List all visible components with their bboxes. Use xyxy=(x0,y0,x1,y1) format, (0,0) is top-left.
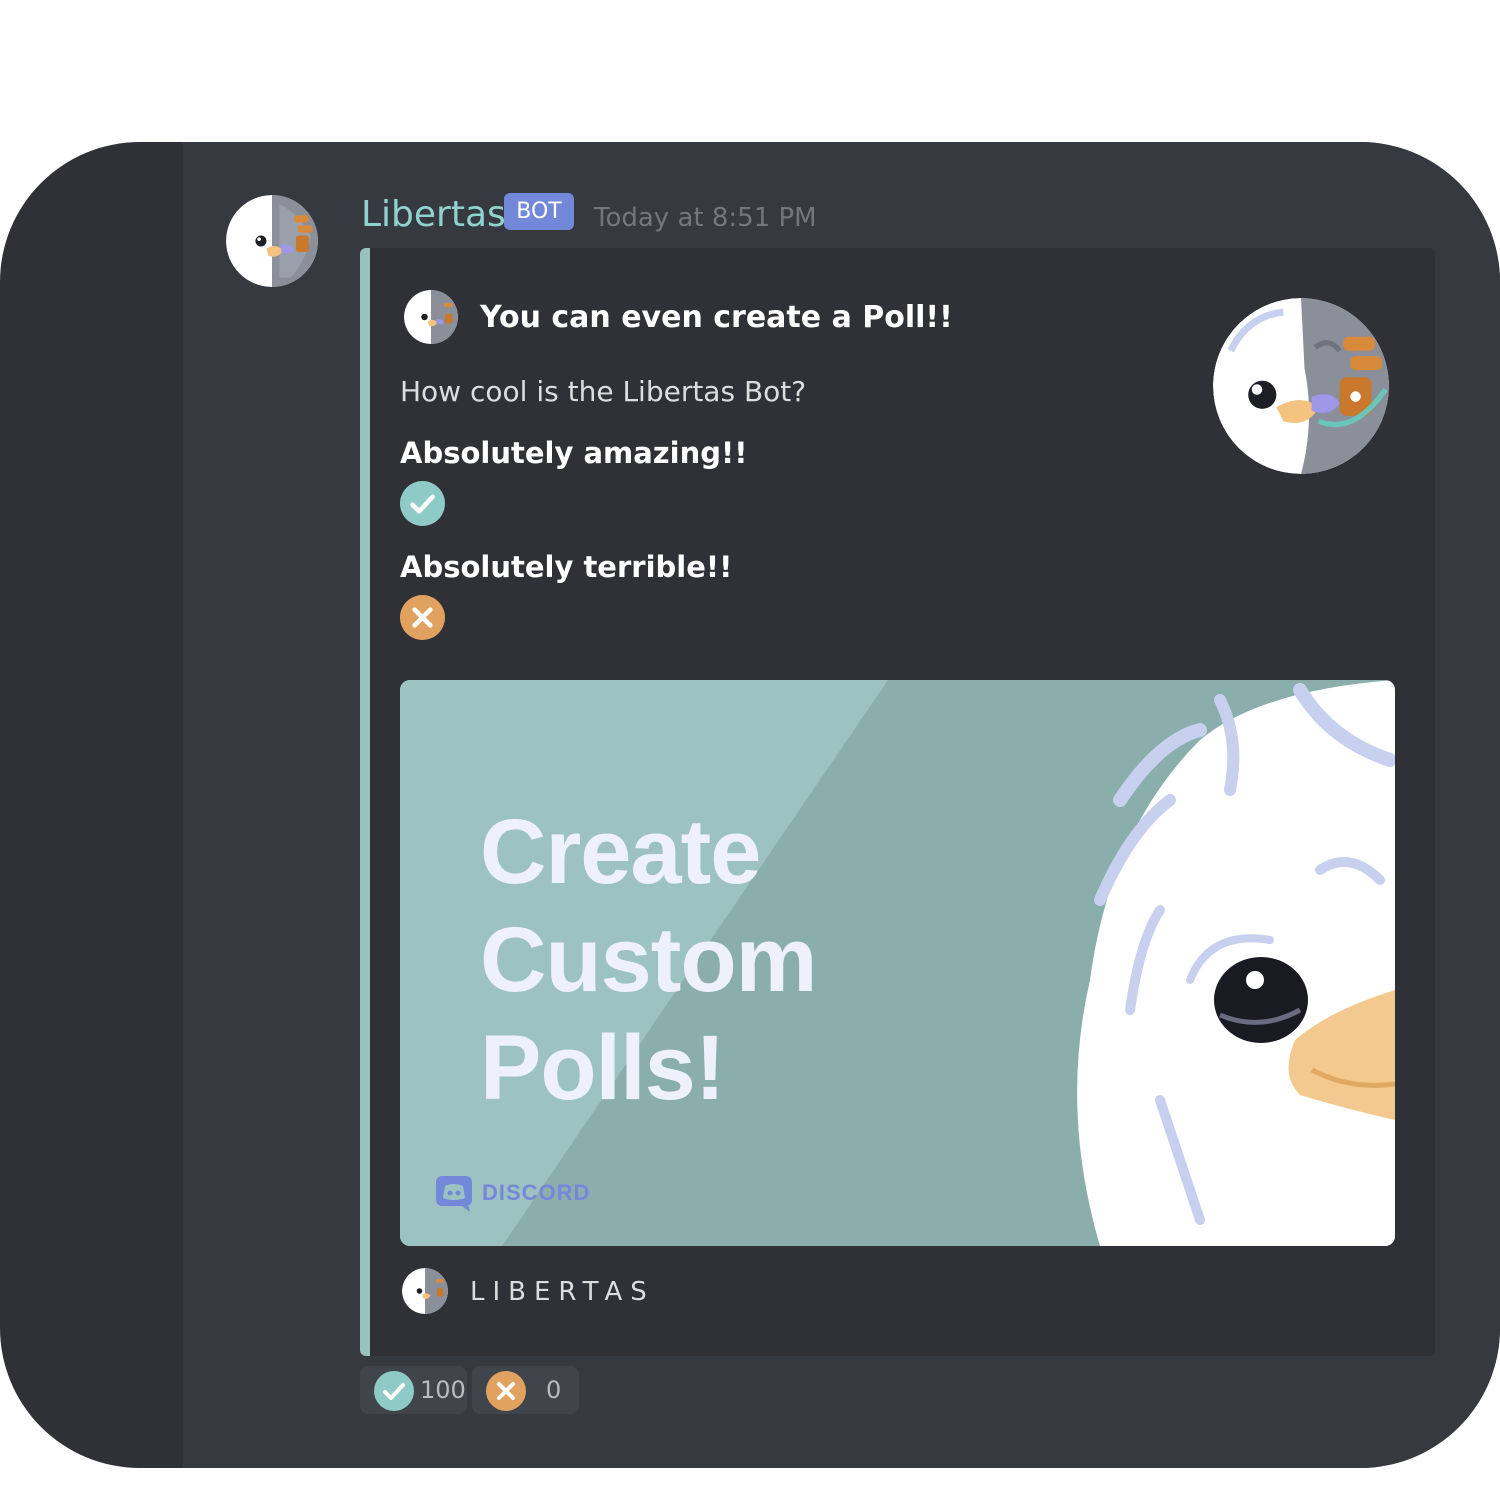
image-text-line-3: Polls! xyxy=(480,1017,725,1119)
author-avatar[interactable] xyxy=(226,195,318,287)
embed-thumbnail xyxy=(1213,298,1389,474)
embed-description: How cool is the Libertas Bot? xyxy=(400,375,807,408)
x-icon xyxy=(400,595,445,640)
reaction-check[interactable]: 100 xyxy=(360,1366,467,1414)
x-icon xyxy=(486,1371,526,1411)
poll-option-1-label: Absolutely amazing!! xyxy=(400,436,748,470)
footer-icon xyxy=(402,1268,448,1314)
discord-wordmark: DISCORD xyxy=(482,1180,591,1205)
check-icon xyxy=(374,1371,414,1411)
poll-embed: You can even create a Poll!! How cool is… xyxy=(360,248,1435,1356)
embed-author-icon xyxy=(404,290,458,344)
reaction-x[interactable]: 0 xyxy=(472,1366,579,1414)
embed-image[interactable]: Create Custom Polls! DISCORD xyxy=(400,680,1395,1246)
reaction-count: 100 xyxy=(420,1376,466,1404)
chat-window: Libertas BOT Today at 8:51 PM You can ev… xyxy=(0,142,1500,1468)
message-timestamp: Today at 8:51 PM xyxy=(594,203,817,233)
image-text-line-1: Create xyxy=(480,801,761,903)
bot-badge: BOT xyxy=(504,193,574,230)
reaction-count: 0 xyxy=(546,1376,562,1404)
embed-footer-text: LIBERTAS xyxy=(470,1277,655,1307)
embed-accent-bar xyxy=(360,248,370,1356)
check-icon xyxy=(400,481,445,526)
embed-title: You can even create a Poll!! xyxy=(480,300,953,335)
image-text-line-2: Custom xyxy=(480,909,817,1011)
discord-logo-icon xyxy=(436,1176,472,1212)
author-name[interactable]: Libertas xyxy=(361,194,506,235)
poll-option-2-label: Absolutely terrible!! xyxy=(400,550,733,584)
